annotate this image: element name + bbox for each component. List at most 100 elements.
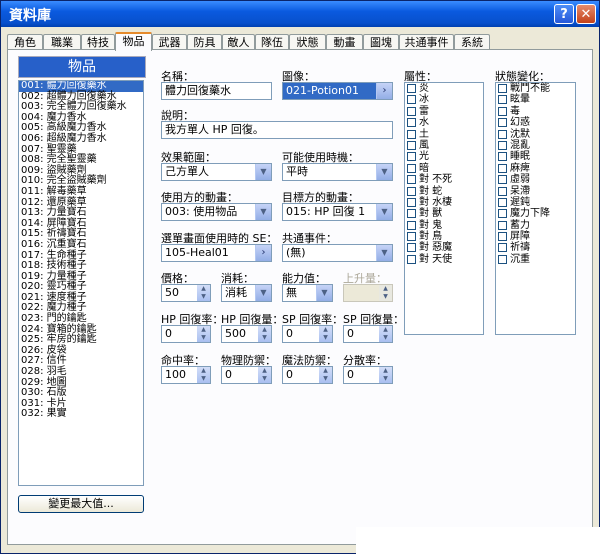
state-checkbox[interactable]: 祈禱: [496, 242, 575, 253]
state-checkbox[interactable]: 魔力下降: [496, 208, 575, 219]
spin-up-icon[interactable]: ▲: [258, 326, 271, 334]
checkbox-icon[interactable]: [498, 140, 507, 150]
checkbox-icon[interactable]: [498, 209, 507, 219]
tab-armors[interactable]: 防具: [187, 34, 222, 50]
spin-up-icon[interactable]: ▲: [319, 367, 332, 375]
chevron-down-icon[interactable]: ▼: [255, 204, 271, 220]
list-item[interactable]: 011: 解毒藥草: [19, 186, 143, 198]
checkbox-icon[interactable]: [407, 186, 416, 196]
list-item[interactable]: 032: 果實: [19, 409, 143, 420]
checkbox-icon[interactable]: [407, 84, 416, 93]
tab-animations[interactable]: 動畫: [326, 34, 363, 50]
spin-down-icon[interactable]: ▼: [258, 375, 271, 383]
tab-actors[interactable]: 角色: [7, 34, 43, 50]
state-checkbox[interactable]: 眩暈: [496, 94, 575, 105]
element-checkbox[interactable]: 對 鳥: [405, 231, 483, 242]
spin-down-icon[interactable]: ▼: [319, 375, 332, 383]
description-input[interactable]: 我方單人 HP 回復。: [161, 121, 393, 139]
arrow-right-icon[interactable]: ›: [376, 83, 392, 99]
checkbox-icon[interactable]: [407, 152, 416, 162]
chevron-down-icon[interactable]: ▼: [376, 245, 392, 261]
checkbox-icon[interactable]: [498, 254, 507, 264]
element-checkbox[interactable]: 雷: [405, 106, 483, 117]
state-checkbox[interactable]: 睡眠: [496, 151, 575, 162]
state-checkbox[interactable]: 沉重: [496, 254, 575, 265]
common-event-dropdown[interactable]: (無) ▼: [282, 244, 393, 262]
parameter-dropdown[interactable]: 無 ▼: [282, 284, 333, 302]
spin-up-icon[interactable]: ▲: [379, 367, 392, 375]
help-button[interactable]: ?: [554, 4, 574, 24]
spin-down-icon[interactable]: ▼: [379, 375, 392, 383]
tab-weapons[interactable]: 武器: [152, 34, 187, 50]
checkbox-icon[interactable]: [498, 95, 507, 105]
tab-classes[interactable]: 職業: [43, 34, 81, 50]
checkbox-icon[interactable]: [498, 232, 507, 242]
checkbox-icon[interactable]: [407, 118, 416, 128]
element-checkbox[interactable]: 對 惡魔: [405, 242, 483, 253]
checkbox-icon[interactable]: [498, 106, 507, 116]
user-animation-dropdown[interactable]: 003: 使用物品 ▼: [161, 203, 272, 221]
tab-tilesets[interactable]: 圖塊: [363, 34, 399, 50]
physical-defense-spinner[interactable]: 0 ▲ ▼: [221, 366, 272, 384]
list-item[interactable]: 016: 沉重寶石: [19, 239, 143, 251]
chevron-down-icon[interactable]: ▼: [316, 285, 332, 301]
element-checkbox[interactable]: 對 獸: [405, 208, 483, 219]
state-checkbox[interactable]: 虛弱: [496, 174, 575, 185]
state-checkbox[interactable]: 屏障: [496, 231, 575, 242]
tab-states[interactable]: 狀態: [289, 34, 326, 50]
spin-down-icon[interactable]: ▼: [197, 375, 210, 383]
hit-rate-spinner[interactable]: 100 ▲ ▼: [161, 366, 211, 384]
chevron-down-icon[interactable]: ▼: [376, 204, 392, 220]
spin-down-icon[interactable]: ▼: [319, 334, 332, 342]
checkbox-icon[interactable]: [407, 197, 416, 207]
spin-up-icon[interactable]: ▲: [197, 285, 210, 293]
checkbox-icon[interactable]: [498, 129, 507, 139]
checkbox-icon[interactable]: [498, 243, 507, 253]
change-max-button[interactable]: 變更最大值...: [18, 495, 144, 513]
element-checkbox[interactable]: 對 鬼: [405, 220, 483, 231]
state-checkbox[interactable]: 遲鈍: [496, 197, 575, 208]
checkbox-icon[interactable]: [407, 163, 416, 173]
checkbox-icon[interactable]: [498, 118, 507, 128]
spin-down-icon[interactable]: ▼: [197, 334, 210, 342]
element-checkbox[interactable]: 風: [405, 140, 483, 151]
element-checkbox[interactable]: 對 天使: [405, 254, 483, 265]
chevron-down-icon[interactable]: ▼: [376, 164, 392, 180]
chevron-down-icon[interactable]: ▼: [255, 164, 271, 180]
state-checkbox[interactable]: 沈默: [496, 129, 575, 140]
occasion-dropdown[interactable]: 平時 ▼: [282, 163, 393, 181]
tab-items[interactable]: 物品: [115, 32, 152, 51]
checkbox-icon[interactable]: [407, 220, 416, 230]
checkbox-icon[interactable]: [407, 140, 416, 150]
magic-defense-spinner[interactable]: 0 ▲ ▼: [282, 366, 333, 384]
spin-up-icon[interactable]: ▲: [197, 326, 210, 334]
checkbox-icon[interactable]: [407, 175, 416, 185]
tab-system[interactable]: 系統: [454, 34, 490, 50]
checkbox-icon[interactable]: [407, 232, 416, 242]
state-checkbox[interactable]: 蓄力: [496, 220, 575, 231]
checkbox-icon[interactable]: [407, 209, 416, 219]
spin-up-icon[interactable]: ▲: [319, 326, 332, 334]
item-list[interactable]: 001: 體力回復藥水 002: 超體力回復藥水 003: 完全體力回復藥水 004:…: [18, 80, 144, 486]
checkbox-icon[interactable]: [407, 95, 416, 105]
element-checkbox[interactable]: 對 蛇: [405, 186, 483, 197]
checkbox-icon[interactable]: [498, 220, 507, 230]
list-item[interactable]: 001: 體力回復藥水: [19, 81, 143, 92]
checkbox-icon[interactable]: [498, 163, 507, 173]
element-checkbox[interactable]: 對 水棲: [405, 197, 483, 208]
element-checkbox[interactable]: 炎: [405, 83, 483, 94]
icon-picker[interactable]: 021-Potion01 ›: [282, 82, 393, 100]
spin-down-icon[interactable]: ▼: [258, 334, 271, 342]
tab-troops[interactable]: 隊伍: [255, 34, 289, 50]
hp-amount-spinner[interactable]: 500 ▲ ▼: [221, 325, 272, 343]
checkbox-icon[interactable]: [498, 186, 507, 196]
element-checkbox[interactable]: 暗: [405, 163, 483, 174]
scope-dropdown[interactable]: 己方單人 ▼: [161, 163, 272, 181]
sp-amount-spinner[interactable]: 0 ▲ ▼: [343, 325, 393, 343]
checkbox-icon[interactable]: [407, 254, 416, 264]
checkbox-icon[interactable]: [498, 152, 507, 162]
state-checkbox[interactable]: 麻痺: [496, 163, 575, 174]
arrow-right-icon[interactable]: ›: [255, 245, 271, 261]
target-animation-dropdown[interactable]: 015: HP 回復 1 ▼: [282, 203, 393, 221]
consumable-dropdown[interactable]: 消耗 ▼: [221, 284, 272, 302]
